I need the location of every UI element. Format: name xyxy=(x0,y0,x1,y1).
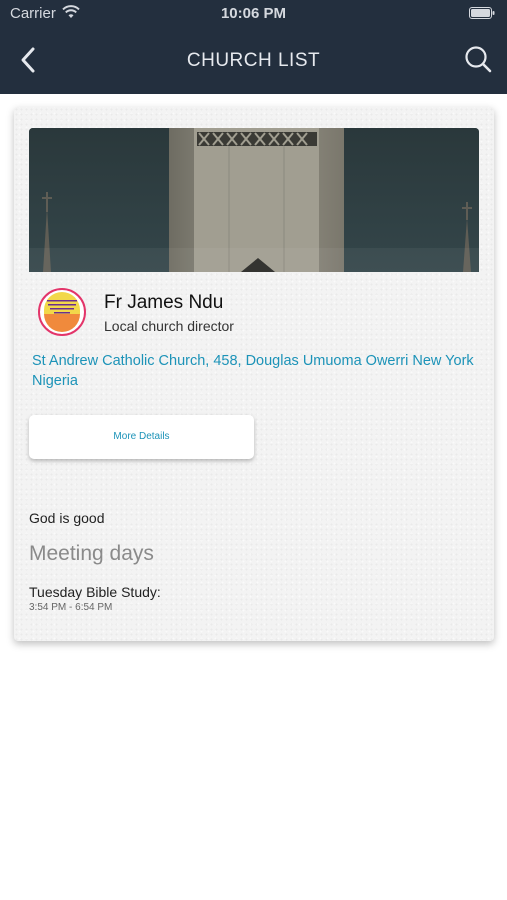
search-icon xyxy=(465,46,492,73)
meeting-days-heading: Meeting days xyxy=(29,542,154,565)
more-details-button[interactable]: More Details xyxy=(29,415,254,459)
avatar xyxy=(38,288,86,336)
meeting-time: 3:54 PM - 6:54 PM xyxy=(29,602,113,613)
clock: 10:06 PM xyxy=(220,5,287,22)
app-header: Carrier 10:06 PM CHURCH LIST xyxy=(0,0,507,94)
pastor-role: Local church director xyxy=(104,318,234,334)
navigation-bar: CHURCH LIST xyxy=(0,28,507,94)
status-bar: Carrier 10:06 PM xyxy=(0,0,507,28)
page-title: CHURCH LIST xyxy=(186,50,321,71)
church-address-link[interactable]: St Andrew Catholic Church, 458, Douglas … xyxy=(32,351,476,391)
battery-icon xyxy=(469,7,495,19)
church-card[interactable]: Fr James Ndu Local church director St An… xyxy=(14,107,494,641)
pastor-name: Fr James Ndu xyxy=(104,292,224,313)
church-motto: God is good xyxy=(29,510,105,526)
search-button[interactable] xyxy=(463,44,493,74)
meeting-name: Tuesday Bible Study: xyxy=(29,584,161,600)
church-photo xyxy=(29,128,479,272)
